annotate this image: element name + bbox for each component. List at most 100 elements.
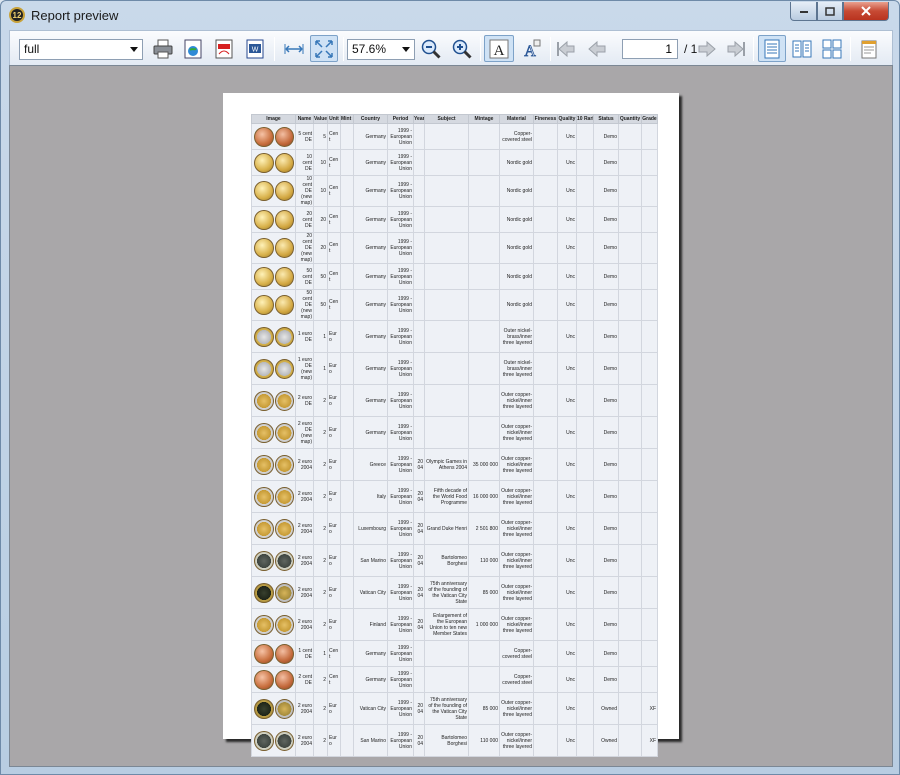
cell-grade	[641, 263, 658, 290]
table-row: 2 euro 2004 2 Euro Vatican City 1999 - Europ…	[251, 576, 658, 609]
export-word-button[interactable]: W	[242, 35, 268, 62]
chevron-down-icon	[402, 47, 410, 52]
empty-cell	[576, 206, 594, 233]
zoom-select[interactable]: 57.6%	[347, 39, 415, 60]
cell-period: 1999 - European Union	[387, 232, 414, 264]
table-row: 2 euro 2004 2 Euro Vatican City 1999 - Europ…	[251, 692, 658, 725]
export-image-button[interactable]	[180, 35, 206, 62]
cell-value: 2	[313, 666, 328, 693]
cell-country: Greece	[353, 448, 388, 481]
close-button[interactable]	[843, 2, 889, 21]
zoom-in-button[interactable]	[449, 35, 475, 62]
table-row: 20 cent DE (new map) 20 Cent Germany 1999 - …	[251, 232, 658, 264]
title-bar[interactable]: 12 Report preview	[1, 1, 899, 29]
report-format-select[interactable]: full	[19, 39, 143, 60]
cell-value: 1	[313, 320, 328, 353]
coin-reverse-image	[274, 266, 294, 287]
cell-value: 50	[313, 289, 328, 321]
coin-obverse-image	[254, 390, 274, 411]
coin-reverse-image	[274, 326, 294, 347]
table-row: 2 euro 2004 2 Euro San Marino 1999 - Europea…	[251, 724, 658, 757]
cell-quality: Unc	[557, 608, 577, 641]
empty-cell	[576, 666, 594, 693]
empty-cell	[618, 512, 642, 545]
page-number-input[interactable]: 1	[622, 39, 678, 59]
two-page-view-button[interactable]	[789, 35, 815, 62]
zoom-out-button[interactable]	[418, 35, 444, 62]
cell-period: 1999 - European Union	[387, 289, 414, 321]
cell-name: 10 cent DE (new map)	[295, 175, 314, 207]
cell-name: 10 cent DE	[295, 149, 314, 176]
page-setup-button[interactable]	[856, 35, 882, 62]
preview-viewport[interactable]: ImageNameValueUnitMint markCountryPeriod…	[9, 65, 893, 767]
first-page-icon	[557, 40, 575, 57]
cell-status: Demo	[593, 576, 619, 609]
cell-quality: Unc	[557, 692, 577, 725]
coin-reverse-image	[274, 669, 294, 690]
cell-year	[413, 320, 425, 353]
maximize-button[interactable]	[817, 2, 843, 21]
empty-cell	[576, 352, 594, 385]
font-button[interactable]: A	[484, 35, 514, 62]
cell-mintage	[468, 263, 500, 290]
empty-cell	[576, 263, 594, 290]
cell-grade	[641, 512, 658, 545]
coin-image-cell	[251, 206, 296, 233]
table-row: 10 cent DE (new map) 10 Cent Germany 1999 - …	[251, 175, 658, 207]
cell-unit: Euro	[327, 576, 341, 609]
cell-name: 50 cent DE	[295, 263, 314, 290]
cell-grade	[641, 666, 658, 693]
empty-cell	[576, 175, 594, 207]
fit-width-button[interactable]	[281, 35, 307, 62]
cell-value: 20	[313, 232, 328, 264]
cell-status: Demo	[593, 206, 619, 233]
empty-cell	[618, 692, 642, 725]
empty-cell	[576, 724, 594, 757]
cell-grade	[641, 232, 658, 264]
column-header: Name	[295, 114, 314, 124]
cell-unit: Euro	[327, 352, 341, 385]
cell-country: Germany	[353, 123, 388, 150]
first-page-button[interactable]	[553, 35, 579, 62]
last-page-button[interactable]	[723, 35, 749, 62]
cell-subject: 75th anniversary of the founding of the …	[424, 576, 469, 609]
empty-cell	[618, 480, 642, 513]
column-header: 10 Rarity	[576, 114, 594, 124]
app-logo-icon: 12	[9, 7, 25, 23]
cell-status: Demo	[593, 320, 619, 353]
cell-material: Outer copper-nickel/inner three layered	[499, 480, 534, 513]
coin-image-cell	[251, 608, 296, 641]
cell-value: 2	[313, 448, 328, 481]
cell-name: 5 cent DE	[295, 123, 314, 150]
cell-year	[413, 640, 425, 667]
coin-obverse-image	[254, 550, 274, 571]
last-page-icon	[727, 40, 745, 57]
cell-country: Luxembourg	[353, 512, 388, 545]
multi-page-view-button[interactable]	[819, 35, 845, 62]
cell-status: Demo	[593, 608, 619, 641]
table-row: 1 euro DE (new map) 1 Euro Germany 1999 - Eu…	[251, 352, 658, 385]
font-outline-button[interactable]: A	[517, 35, 545, 62]
column-header: Year	[413, 114, 425, 124]
cell-year: 2004	[413, 448, 425, 481]
cell-subject	[424, 123, 469, 150]
cell-country: Germany	[353, 320, 388, 353]
single-page-view-button[interactable]	[758, 35, 786, 62]
cell-year: 2004	[413, 480, 425, 513]
coin-image-cell	[251, 232, 296, 264]
previous-page-button[interactable]	[584, 35, 610, 62]
next-page-button[interactable]	[694, 35, 720, 62]
coin-obverse-image	[254, 126, 274, 147]
coin-reverse-image	[274, 643, 294, 664]
print-button[interactable]	[150, 35, 176, 62]
cell-mintage	[468, 123, 500, 150]
cell-grade	[641, 320, 658, 353]
minimize-button[interactable]	[790, 2, 817, 21]
fit-page-button[interactable]	[310, 35, 338, 62]
empty-cell	[340, 692, 354, 725]
export-pdf-button[interactable]	[211, 35, 237, 62]
coin-image-cell	[251, 666, 296, 693]
cell-grade	[641, 576, 658, 609]
empty-cell	[340, 289, 354, 321]
empty-cell	[533, 692, 558, 725]
